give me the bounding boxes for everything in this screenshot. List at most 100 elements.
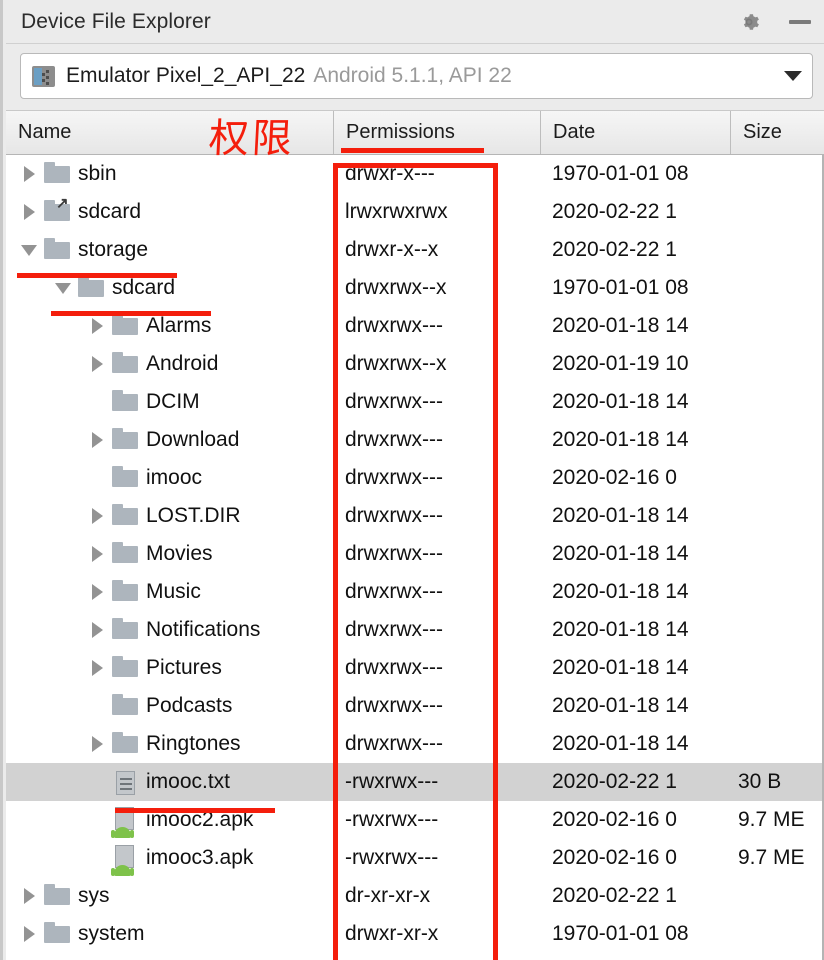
file-row-size-cell (730, 269, 822, 307)
chevron-right-icon[interactable] (84, 725, 110, 763)
file-row-size-cell (730, 687, 822, 725)
permissions-label: drwxrwx--- (345, 694, 443, 717)
chevron-right-glyph (23, 166, 35, 182)
date-label: 2020-02-22 1 (552, 884, 677, 907)
file-row-date-cell: 2020-02-22 1 (540, 877, 730, 915)
file-row-date-cell: 2020-02-16 0 (540, 801, 730, 839)
chevron-right-icon[interactable] (84, 535, 110, 573)
device-dropdown[interactable]: Emulator Pixel_2_API_22 Android 5.1.1, A… (20, 53, 813, 99)
file-row-name-cell: Pictures (6, 649, 333, 687)
file-row-size-cell (730, 573, 822, 611)
column-header-name[interactable]: Name (6, 111, 333, 154)
file-row-permissions-cell: drwxrwx--- (333, 421, 540, 459)
chevron-right-icon[interactable] (16, 155, 42, 193)
column-header-date[interactable]: Date (540, 111, 730, 154)
chevron-down-glyph (21, 244, 37, 256)
column-header-permissions[interactable]: Permissions (333, 111, 540, 154)
minimize-icon[interactable] (789, 19, 811, 24)
table-row[interactable]: sys dr-xr-xr-x 2020-02-22 1 (6, 877, 822, 915)
file-name-label: Podcasts (146, 694, 233, 717)
chevron-right-icon[interactable] (84, 307, 110, 345)
table-row[interactable]: LOST.DIR drwxrwx--- 2020-01-18 14 (6, 497, 822, 535)
file-row-date-cell: 2020-01-18 14 (540, 421, 730, 459)
chevron-right-icon[interactable] (84, 611, 110, 649)
file-row-date-cell: 2020-01-18 14 (540, 497, 730, 535)
expander-placeholder (84, 383, 110, 421)
table-row[interactable]: sdcard drwxrwx--x 1970-01-01 08 (6, 269, 822, 307)
table-row[interactable]: imooc3.apk -rwxrwx--- 2020-02-16 0 9.7 ME (6, 839, 822, 877)
file-name-label: sbin (78, 162, 117, 185)
table-row[interactable]: Ringtones drwxrwx--- 2020-01-18 14 (6, 725, 822, 763)
file-name-label: sdcard (112, 276, 176, 299)
table-row[interactable]: Music drwxrwx--- 2020-01-18 14 (6, 573, 822, 611)
folder-icon (42, 231, 72, 269)
chevron-right-icon[interactable] (84, 649, 110, 687)
permissions-label: drwxrwx--x (345, 276, 447, 299)
folder-glyph (112, 580, 138, 601)
apk-file-icon (110, 839, 140, 877)
file-row-permissions-cell: drwxrwx--- (333, 611, 540, 649)
chevron-right-icon[interactable] (16, 877, 42, 915)
table-row[interactable]: sbin drwxr-x--- 1970-01-01 08 (6, 155, 822, 193)
file-row-name-cell: Movies (6, 535, 333, 573)
expander-placeholder (84, 839, 110, 877)
date-label: 2020-01-18 14 (552, 428, 689, 451)
file-row-permissions-cell: drwxrwx--- (333, 535, 540, 573)
folder-glyph (112, 694, 138, 715)
chevron-down-glyph (55, 282, 71, 294)
table-row[interactable]: Pictures drwxrwx--- 2020-01-18 14 (6, 649, 822, 687)
file-row-permissions-cell: -rwxrwx--- (333, 763, 540, 801)
date-label: 2020-01-19 10 (552, 352, 689, 375)
column-header-size[interactable]: Size (730, 111, 824, 154)
folder-icon (110, 611, 140, 649)
date-label: 1970-01-01 08 (552, 162, 689, 185)
chevron-right-icon[interactable] (84, 345, 110, 383)
chevron-right-icon[interactable] (84, 573, 110, 611)
folder-glyph (78, 276, 104, 297)
date-label: 2020-01-18 14 (552, 618, 689, 641)
file-tree[interactable]: sbin drwxr-x--- 1970-01-01 08 ↗ sdcard lrwxrw… (6, 155, 824, 960)
table-row[interactable]: Podcasts drwxrwx--- 2020-01-18 14 (6, 687, 822, 725)
table-row[interactable]: Android drwxrwx--x 2020-01-19 10 (6, 345, 822, 383)
gear-icon[interactable] (737, 10, 761, 34)
file-row-date-cell: 2020-02-16 0 (540, 459, 730, 497)
file-row-name-cell: system (6, 915, 333, 953)
table-row[interactable]: Notifications drwxrwx--- 2020-01-18 14 (6, 611, 822, 649)
table-row[interactable]: storage drwxr-x--x 2020-02-22 1 (6, 231, 822, 269)
file-row-name-cell: storage (6, 231, 333, 269)
file-row-name-cell: imooc.txt (6, 763, 333, 801)
chevron-right-icon[interactable] (84, 497, 110, 535)
table-row[interactable]: Movies drwxrwx--- 2020-01-18 14 (6, 535, 822, 573)
file-row-permissions-cell: drwxr-x--- (333, 155, 540, 193)
table-row[interactable]: imooc2.apk -rwxrwx--- 2020-02-16 0 9.7 ME (6, 801, 822, 839)
file-row-permissions-cell: drwxrwx--- (333, 383, 540, 421)
table-row[interactable]: DCIM drwxrwx--- 2020-01-18 14 (6, 383, 822, 421)
table-row[interactable]: imooc drwxrwx--- 2020-02-16 0 (6, 459, 822, 497)
folder-glyph (44, 238, 70, 259)
chevron-right-icon[interactable] (84, 421, 110, 459)
file-row-name-cell: Podcasts (6, 687, 333, 725)
permissions-label: drwxrwx--- (345, 732, 443, 755)
table-row[interactable]: Download drwxrwx--- 2020-01-18 14 (6, 421, 822, 459)
titlebar-actions (737, 10, 811, 34)
chevron-right-glyph (91, 318, 103, 334)
table-row[interactable]: system drwxr-xr-x 1970-01-01 08 (6, 915, 822, 953)
chevron-down-icon[interactable] (784, 71, 802, 81)
table-row[interactable]: Alarms drwxrwx--- 2020-01-18 14 (6, 307, 822, 345)
table-row[interactable]: ↗ sdcard lrwxrwxrwx 2020-02-22 1 (6, 193, 822, 231)
chevron-down-icon[interactable] (16, 231, 42, 269)
size-label: 30 B (738, 770, 782, 793)
chevron-down-icon[interactable] (50, 269, 76, 307)
file-name-label: Notifications (146, 618, 261, 641)
table-row[interactable]: imooc.txt -rwxrwx--- 2020-02-22 1 30 B (6, 763, 822, 801)
permissions-label: drwxrwx--x (345, 352, 447, 375)
chevron-right-icon[interactable] (16, 193, 42, 231)
permissions-label: -rwxrwx--- (345, 846, 439, 869)
chevron-right-glyph (91, 356, 103, 372)
folder-icon (110, 459, 140, 497)
chevron-right-icon[interactable] (16, 915, 42, 953)
folder-icon (110, 383, 140, 421)
